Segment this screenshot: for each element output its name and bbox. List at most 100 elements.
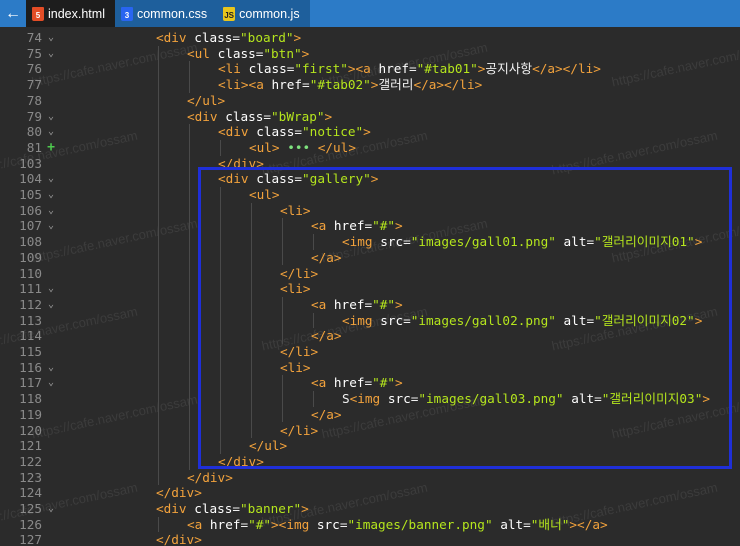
code-line[interactable]: 116 ⌄ <li> — [0, 360, 740, 376]
code-token: > — [395, 218, 403, 234]
code-line[interactable]: 77 <li><a href="#tab02">갤러리</a></li> — [0, 77, 740, 93]
line-number: 125 — [19, 501, 42, 516]
code-text: </li> — [280, 266, 318, 282]
code-token: "images/banner.png" — [347, 516, 493, 532]
collapse-fold-icon[interactable]: ⌄ — [45, 281, 57, 297]
code-text: <img src="images/gall02.png" alt="갤러리이미지… — [342, 313, 702, 329]
collapse-fold-icon[interactable]: ⌄ — [45, 30, 57, 46]
code-token: class — [217, 45, 256, 61]
code-token: </a> — [311, 406, 342, 422]
code-token: </a> — [311, 328, 342, 344]
code-token: ••• — [287, 139, 311, 155]
code-token: = — [594, 391, 602, 407]
code-token: </li> — [280, 265, 319, 281]
line-number: 106 — [19, 202, 42, 218]
collapse-fold-icon[interactable]: ⌄ — [45, 297, 57, 313]
code-line[interactable]: 107 ⌄ <a href="#"> — [0, 218, 740, 234]
collapse-fold-icon[interactable]: ⌄ — [45, 360, 57, 376]
code-token: "갤러리이미지03" — [601, 391, 703, 407]
code-line[interactable]: 105 ⌄ <ul> — [0, 187, 740, 203]
line-number: 127 — [19, 532, 42, 546]
back-arrow-icon[interactable]: ← — [0, 0, 26, 27]
tab-label: common.css — [136, 6, 208, 21]
code-token: "banner" — [240, 501, 302, 516]
collapse-fold-icon[interactable]: ⌄ — [45, 171, 57, 187]
collapse-fold-icon[interactable]: ⌄ — [45, 46, 57, 62]
collapse-fold-icon[interactable]: ⌄ — [45, 375, 57, 391]
code-text: <div class="notice"> — [218, 124, 371, 140]
line-number: 120 — [19, 422, 42, 438]
code-editor[interactable]: https://cafe.naver.com/ossam https://cafe… — [0, 27, 740, 546]
code-line[interactable]: 78 </ul> — [0, 93, 740, 109]
expand-fold-icon[interactable]: + — [45, 140, 57, 156]
code-token: "bWrap" — [271, 108, 325, 124]
code-line[interactable]: 120 </li> — [0, 423, 740, 439]
code-line[interactable]: 79 ⌄ <div class="bWrap"> — [0, 109, 740, 125]
code-text: <li> — [280, 281, 311, 297]
code-line[interactable]: 111 ⌄ <li> — [0, 281, 740, 297]
code-line[interactable]: 114 </a> — [0, 328, 740, 344]
code-text: </div> — [187, 470, 233, 486]
code-text: <a href="#"> — [311, 218, 403, 234]
code-line[interactable]: 125 ⌄ <div class="banner"> — [0, 501, 740, 517]
code-token: "board" — [240, 30, 294, 45]
code-line[interactable]: 119 </a> — [0, 407, 740, 423]
line-number: 79 — [26, 108, 42, 124]
line-number: 115 — [19, 344, 42, 359]
tab-common-js[interactable]: JS common.js — [217, 0, 310, 27]
code-token: <div — [218, 171, 257, 187]
code-line[interactable]: 118 S<img src="images/gall03.png" alt="갤러… — [0, 391, 740, 407]
code-line[interactable]: 124 </div> — [0, 485, 740, 501]
code-token: > — [702, 391, 710, 407]
line-number: 126 — [19, 516, 42, 532]
code-token: href — [378, 61, 410, 77]
code-line[interactable]: 112 ⌄ <a href="#"> — [0, 297, 740, 313]
collapse-fold-icon[interactable]: ⌄ — [45, 109, 57, 125]
code-text: <ul> ••• </ul> — [249, 140, 356, 156]
tab-index-html[interactable]: 5 index.html — [26, 0, 115, 27]
code-text: </div> — [218, 454, 264, 470]
tab-common-css[interactable]: 3 common.css — [114, 0, 218, 27]
code-line[interactable]: 109 </a> — [0, 250, 740, 266]
collapse-fold-icon[interactable]: ⌄ — [45, 501, 57, 517]
collapse-fold-icon[interactable]: ⌄ — [45, 218, 57, 234]
code-token: class — [225, 108, 264, 124]
code-token: class — [248, 61, 287, 77]
collapse-fold-icon[interactable]: ⌄ — [45, 203, 57, 219]
line-number: 116 — [19, 359, 42, 375]
code-line[interactable]: 106 ⌄ <li> — [0, 203, 740, 219]
code-line[interactable]: 121 </ul> — [0, 438, 740, 454]
code-line[interactable]: 75 ⌄ <ul class="btn"> — [0, 46, 740, 62]
line-number: 80 — [26, 124, 42, 140]
code-token: > — [293, 30, 302, 45]
code-line[interactable]: 81 + <ul> ••• </ul> — [0, 140, 740, 156]
code-token: S — [342, 391, 350, 407]
code-line[interactable]: 115 </li> — [0, 344, 740, 360]
line-number: 75 — [26, 45, 42, 61]
code-line[interactable]: 104 ⌄ <div class="gallery"> — [0, 171, 740, 187]
line-number: 107 — [19, 218, 42, 234]
code-token: = — [232, 30, 241, 45]
code-text: <div class="banner"> — [156, 501, 309, 517]
code-line[interactable]: 126 <a href="#"><img src="images/banner.p… — [0, 517, 740, 533]
tab-bar: ← 5 index.html 3 common.css JS common.js — [0, 0, 740, 27]
code-line[interactable]: 123 </div> — [0, 470, 740, 486]
collapse-fold-icon[interactable]: ⌄ — [45, 124, 57, 140]
code-token: href — [209, 516, 241, 532]
code-text: <img src="images/gall01.png" alt="갤러리이미지… — [342, 234, 702, 250]
code-line[interactable]: 127 </div> — [0, 532, 740, 546]
line-number: 114 — [19, 328, 42, 344]
code-line[interactable]: 103 </div> — [0, 156, 740, 172]
code-line[interactable]: 76 <li class="first"><a href="#tab01">공지사… — [0, 61, 740, 77]
code-line[interactable]: 80 ⌄ <div class="notice"> — [0, 124, 740, 140]
code-token: > — [301, 45, 310, 61]
code-line[interactable]: 122 </div> — [0, 454, 740, 470]
code-line[interactable]: 117 ⌄ <a href="#"> — [0, 375, 740, 391]
code-line[interactable]: 108 <img src="images/gall01.png" alt="갤러리… — [0, 234, 740, 250]
code-token: "#" — [372, 218, 396, 234]
code-line[interactable]: 113 <img src="images/gall02.png" alt="갤러리… — [0, 313, 740, 329]
code-line[interactable]: 110 </li> — [0, 266, 740, 282]
code-line[interactable]: 74 ⌄ <div class="board"> — [0, 30, 740, 46]
code-token: <img — [349, 391, 388, 407]
collapse-fold-icon[interactable]: ⌄ — [45, 187, 57, 203]
